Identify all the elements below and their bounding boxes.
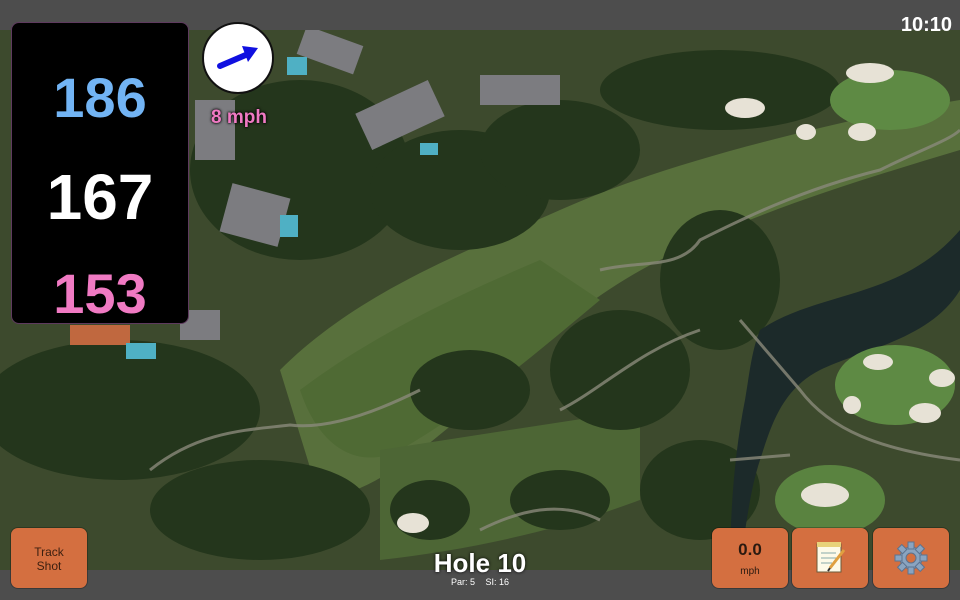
wind-speed-unit: mph [740, 566, 760, 577]
track-shot-label: Track Shot [34, 545, 64, 573]
notes-button[interactable] [792, 528, 868, 588]
settings-button[interactable] [873, 528, 949, 588]
wind-direction-dial [202, 22, 274, 94]
middle-distance: 167 [46, 161, 154, 233]
wind-speed-value: 0.0 [738, 540, 762, 559]
par-label: Par: 5 [450, 577, 475, 587]
wind-speed-label: 8 mph [211, 107, 267, 128]
hole-info: Par: 5 SI: 16 [380, 577, 580, 587]
clock: 10:10 [900, 14, 952, 36]
back-distance: 186 [53, 66, 147, 129]
notepad-icon [816, 542, 846, 573]
track-shot-button[interactable]: Track Shot [11, 528, 87, 588]
distance-panel: 186 167 153 [11, 22, 189, 325]
gear-icon [894, 541, 928, 575]
stroke-index-label: SI: 16 [485, 577, 510, 587]
hole-title: Hole 10 [433, 548, 527, 578]
arrow-northeast-icon [217, 46, 258, 69]
front-distance: 153 [53, 262, 147, 325]
wind-speed-button[interactable]: 0.0 mph [712, 528, 788, 588]
